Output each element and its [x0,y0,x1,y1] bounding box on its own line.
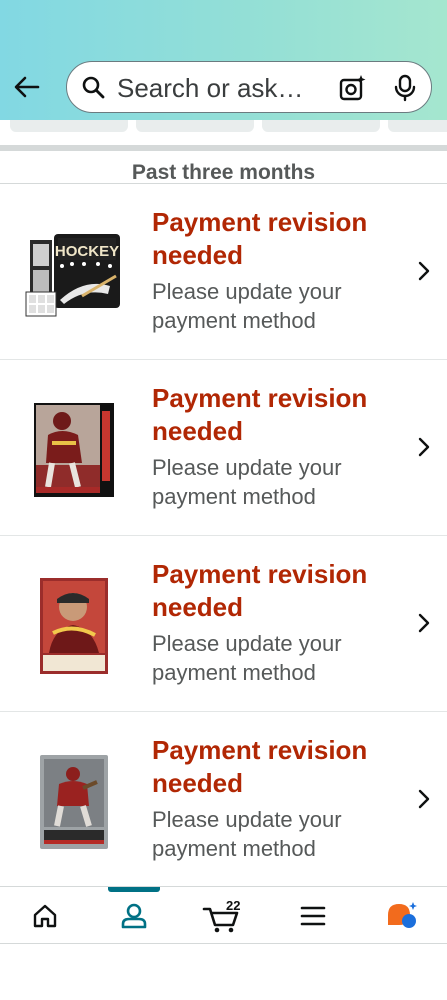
bottom-navigation: 22 [0,886,447,944]
nav-cart[interactable]: 22 [192,887,252,945]
back-button[interactable] [10,70,44,104]
cart-count-badge: 22 [226,898,241,913]
hockey-card-binder-icon: HOCKEY [25,234,120,317]
rufus-assistant-icon [388,902,417,928]
search-icon [82,76,105,99]
football-card-icon [40,578,108,674]
home-icon [33,904,57,928]
search-input[interactable]: Search or ask… [117,73,303,103]
back-arrow-icon [14,76,40,98]
product-image [24,752,124,852]
order-row[interactable]: Payment revision needed Please update yo… [0,712,447,888]
filter-chip[interactable] [388,120,447,132]
camera-lens-icon[interactable] [339,74,367,102]
order-status: Payment revision needed [152,383,368,446]
order-status: Payment revision needed [152,207,368,270]
football-card-icon [40,755,108,849]
svg-text:HOCKEY: HOCKEY [55,243,119,260]
order-status: Payment revision needed [152,735,368,798]
order-message: Please update your payment method [152,807,342,861]
nav-assistant[interactable] [372,887,432,945]
filter-chips-row [0,120,447,146]
chevron-right-icon[interactable] [414,788,434,810]
football-card-icon [34,403,114,497]
order-message: Please update your payment method [152,631,342,685]
chevron-right-icon[interactable] [414,260,434,282]
nav-home[interactable] [15,887,75,945]
order-row[interactable]: Payment revision needed Please update yo… [0,360,447,536]
filter-chip[interactable] [136,120,254,132]
menu-icon [300,906,326,926]
account-icon [121,903,147,929]
product-image: HOCKEY [24,224,124,324]
order-message: Please update your payment method [152,455,342,509]
filter-chip[interactable] [262,120,380,132]
product-image [24,576,124,676]
product-image [24,400,124,500]
filter-chip[interactable] [10,120,128,132]
top-header: Search or ask… [0,0,447,122]
order-status: Payment revision needed [152,559,368,622]
nav-menu[interactable] [283,887,343,945]
order-row[interactable]: HOCKEY Payment revision needed Please up… [0,184,447,360]
section-title: Past three months [0,151,447,184]
orders-list: HOCKEY Payment revision needed Please up… [0,184,447,888]
order-row[interactable]: Payment revision needed Please update yo… [0,536,447,712]
search-bar[interactable]: Search or ask… [66,61,432,113]
nav-account[interactable] [104,887,164,945]
microphone-icon[interactable] [393,74,417,102]
chevron-right-icon[interactable] [414,436,434,458]
chevron-right-icon[interactable] [414,612,434,634]
order-message: Please update your payment method [152,279,342,333]
